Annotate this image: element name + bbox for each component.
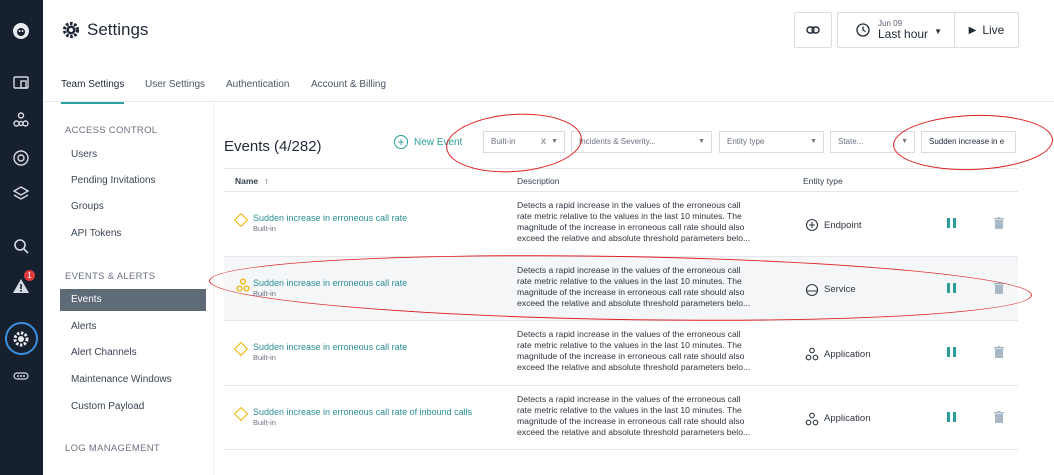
event-name-link[interactable]: Sudden increase in erroneous call rate: [253, 342, 407, 352]
live-label: Live: [982, 23, 1005, 37]
incidents-severity-placeholder: Incidents & Severity...: [579, 137, 656, 146]
pause-icon[interactable]: [947, 218, 957, 229]
desc-line: Detects a rapid increase in the values o…: [517, 393, 741, 404]
event-source: Built-in: [253, 353, 276, 362]
clock-icon: [856, 23, 870, 37]
diamond-warning-icon: [233, 406, 249, 421]
diamond-warning-icon: [233, 212, 249, 228]
section-access-control: ACCESS CONTROL: [65, 125, 158, 136]
table-row[interactable]: Sudden increase in erroneous call rate B…: [224, 192, 1018, 257]
applications-icon[interactable]: [9, 108, 33, 132]
event-name-link[interactable]: Sudden increase in erroneous call rate: [253, 213, 407, 223]
live-button[interactable]: ▶ Live: [954, 12, 1019, 48]
tab-user-settings[interactable]: User Settings: [145, 79, 205, 102]
settings-tabs: Team Settings User Settings Authenticati…: [43, 62, 1054, 104]
endpoint-icon: [805, 218, 819, 232]
alert-count-badge: 1: [24, 270, 35, 281]
tab-authentication[interactable]: Authentication: [226, 79, 289, 102]
logo-icon[interactable]: [9, 19, 33, 43]
desc-line: rate metric relative to the values in th…: [517, 404, 742, 415]
annotation-ellipse-search-filter: [892, 112, 1054, 173]
entity-type-label: Application: [824, 413, 871, 424]
sidebar-item-maintenance-windows[interactable]: Maintenance Windows: [60, 369, 206, 391]
chevron-down-icon: ▼: [934, 27, 942, 36]
desc-line: exceed the relative and absolute thresho…: [517, 426, 751, 437]
analytics-search-icon[interactable]: [9, 234, 33, 258]
sidebar-item-groups[interactable]: Groups: [60, 196, 206, 218]
entity-type-placeholder: Entity type: [727, 137, 765, 146]
chevron-down-icon: ▼: [810, 138, 817, 145]
sidebar-item-pending-invitations[interactable]: Pending Invitations: [60, 170, 206, 192]
plus-icon: +: [394, 135, 408, 149]
events-title: Events (4/282): [224, 138, 322, 155]
time-range-picker[interactable]: Jun 09 Last hour ▼: [837, 12, 955, 48]
page-header: Settings Jun 09 Last hour ▼ ▶ Live: [43, 0, 1054, 62]
tab-account-billing[interactable]: Account & Billing: [311, 79, 386, 102]
platforms-icon[interactable]: [9, 146, 33, 170]
incidents-severity-select[interactable]: Incidents & Severity... ▼: [571, 131, 712, 153]
settings-title-gear-icon: [62, 21, 80, 39]
annotation-ellipse-built-in-filter: [444, 109, 584, 177]
state-placeholder: State...: [838, 137, 864, 146]
pause-icon[interactable]: [947, 347, 957, 358]
entity-type-label: Application: [824, 348, 871, 360]
column-name-label: Name: [235, 176, 259, 186]
desc-line: magnitude of the increase in erroneous c…: [517, 415, 745, 426]
event-name-link[interactable]: Sudden increase in erroneous call rate o…: [253, 407, 472, 417]
table-header: Name ↑ Description Entity type: [224, 168, 1018, 192]
sort-arrow-icon: ↑: [264, 176, 269, 186]
desc-line: rate metric relative to the values in th…: [517, 211, 742, 221]
share-link-button[interactable]: [794, 12, 832, 48]
sidebar-item-alert-channels[interactable]: Alert Channels: [60, 342, 206, 364]
desc-line: rate metric relative to the values in th…: [517, 340, 742, 350]
sidebar-item-api-tokens[interactable]: API Tokens: [60, 223, 206, 245]
tab-team-settings[interactable]: Team Settings: [61, 79, 125, 104]
column-entity-type: Entity type: [803, 176, 843, 186]
section-log-management: LOG MANAGEMENT: [65, 443, 160, 454]
event-description: Detects a rapid increase in the values o…: [517, 329, 782, 373]
entity-type-label: Endpoint: [824, 219, 862, 231]
diamond-warning-icon: [233, 341, 249, 357]
column-description: Description: [517, 176, 560, 186]
sidebar-item-alerts[interactable]: Alerts: [60, 316, 206, 338]
desc-line: magnitude of the increase in erroneous c…: [517, 222, 745, 232]
table-row[interactable]: Sudden increase in erroneous call rate B…: [224, 321, 1018, 386]
websites-icon[interactable]: [9, 71, 33, 95]
settings-sidebar: ACCESS CONTROL Users Pending Invitations…: [43, 103, 214, 475]
chevron-down-icon: ▼: [698, 138, 705, 145]
settings-gear-icon[interactable]: [9, 327, 33, 351]
entity-type-cell: Application: [805, 347, 870, 361]
desc-line: magnitude of the increase in erroneous c…: [517, 351, 745, 361]
page-title: Settings: [87, 20, 149, 39]
desc-line: Detects a rapid increase in the values o…: [517, 329, 741, 339]
entity-type-cell: Application: [805, 412, 870, 426]
link-icon: [806, 26, 820, 34]
table-row[interactable]: Sudden increase in erroneous call rate o…: [224, 385, 1018, 450]
entity-type-cell: Endpoint: [805, 218, 862, 232]
time-range-label: Last hour: [878, 26, 929, 41]
event-source: Built-in: [253, 417, 276, 427]
desc-line: exceed the relative and absolute thresho…: [517, 233, 751, 243]
entity-type-select[interactable]: Entity type ▼: [719, 131, 824, 153]
application-icon: [805, 347, 819, 361]
event-source: Built-in: [253, 224, 276, 233]
infrastructure-icon[interactable]: [9, 182, 33, 206]
more-icon[interactable]: [9, 364, 33, 388]
desc-line: Detects a rapid increase in the values o…: [517, 200, 741, 210]
left-nav-rail: 1: [0, 0, 43, 475]
sidebar-item-users[interactable]: Users: [60, 144, 206, 166]
application-icon: [805, 412, 819, 425]
sidebar-item-custom-payload[interactable]: Custom Payload: [60, 396, 206, 418]
column-name[interactable]: Name ↑: [235, 176, 269, 186]
trash-icon[interactable]: [994, 217, 1004, 229]
event-description: Detects a rapid increase in the values o…: [517, 200, 782, 244]
sidebar-item-events[interactable]: Events: [60, 289, 206, 311]
play-icon: ▶: [968, 24, 977, 36]
section-events-alerts: EVENTS & ALERTS: [65, 271, 156, 282]
event-description: Detects a rapid increase in the values o…: [517, 394, 782, 438]
pause-icon[interactable]: [947, 411, 957, 423]
trash-icon[interactable]: [994, 346, 1004, 358]
trash-icon[interactable]: [994, 410, 1004, 423]
desc-line: exceed the relative and absolute thresho…: [517, 362, 751, 372]
